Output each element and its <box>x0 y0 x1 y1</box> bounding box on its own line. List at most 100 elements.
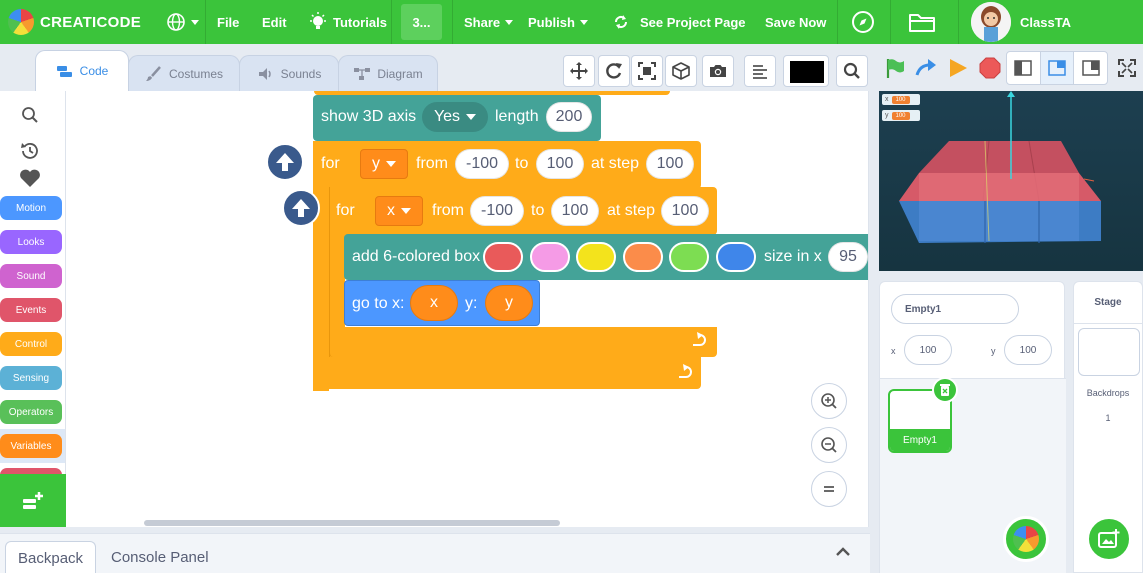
zoom-out-button[interactable] <box>811 427 847 463</box>
color-input-2[interactable] <box>530 242 570 272</box>
sprite-name-input[interactable]: Empty1 <box>891 294 1019 324</box>
stage-canvas[interactable]: x 100 y 100 <box>879 91 1143 271</box>
fullscreen-tool-button[interactable] <box>631 55 663 87</box>
divider <box>205 0 206 44</box>
explore-button[interactable] <box>838 0 888 44</box>
color-input-3[interactable] <box>576 242 616 272</box>
project-title-input[interactable]: 3... <box>401 4 442 40</box>
username[interactable]: ClassTA <box>1020 0 1071 44</box>
zoom-in-icon <box>821 393 837 409</box>
fullscreen-button[interactable] <box>1110 51 1143 85</box>
share-menu[interactable]: Share <box>464 0 514 44</box>
tab-sounds[interactable]: Sounds <box>239 55 339 91</box>
stop-button[interactable] <box>973 51 1007 85</box>
for-x-var-value: x <box>387 202 395 219</box>
delete-sprite-button[interactable] <box>932 377 958 403</box>
variable-monitor-y[interactable]: y 100 <box>882 110 920 121</box>
normal-stage-button[interactable] <box>1040 52 1075 84</box>
collapse-up-button[interactable] <box>266 143 304 181</box>
for-y-var-dropdown[interactable]: y <box>360 149 408 179</box>
redo-button[interactable] <box>598 55 630 87</box>
align-button[interactable] <box>744 55 776 87</box>
panel-expand-button[interactable] <box>834 546 852 561</box>
publish-menu[interactable]: Publish <box>528 0 588 44</box>
color-input-5[interactable] <box>669 242 709 272</box>
green-flag-button[interactable] <box>878 51 912 85</box>
tutorials-button[interactable]: Tutorials <box>309 0 387 44</box>
category-control[interactable]: Control <box>0 327 65 361</box>
script-area[interactable]: show 3D axis Yes length 200 for y from -… <box>66 91 869 527</box>
y-variable-reporter[interactable]: y <box>485 285 533 321</box>
large-stage-button[interactable] <box>1074 52 1107 84</box>
add-extension-icon <box>23 491 43 509</box>
color-input-1[interactable] <box>483 242 523 272</box>
layout-large-stage-icon <box>1081 60 1100 76</box>
3d-view-button[interactable] <box>665 55 697 87</box>
user-avatar-icon <box>971 2 1011 42</box>
move-tool-button[interactable] <box>563 55 595 87</box>
favorites-button[interactable] <box>19 167 41 189</box>
category-motion-label: Motion <box>0 196 62 220</box>
for-x-step-input[interactable]: 100 <box>661 196 709 226</box>
fullscreen-icon <box>1118 59 1136 77</box>
zoom-in-button[interactable] <box>811 383 847 419</box>
palette-search-button[interactable] <box>19 104 41 126</box>
color-input-4[interactable] <box>623 242 663 272</box>
size-x-input[interactable]: 95 <box>828 242 868 272</box>
stage-thumbnail[interactable] <box>1078 328 1140 376</box>
for-y-from-input[interactable]: -100 <box>455 149 509 179</box>
avatar[interactable] <box>971 2 1011 42</box>
play-button[interactable] <box>941 51 975 85</box>
chevron-down-icon <box>579 19 588 25</box>
add-backdrop-button[interactable] <box>1086 516 1132 562</box>
tab-backpack[interactable]: Backpack <box>5 541 97 573</box>
tab-console-panel[interactable]: Console Panel <box>99 541 221 573</box>
zoom-reset-button[interactable] <box>811 471 847 507</box>
category-variables-label: Variables <box>0 434 62 458</box>
sprite-y-input[interactable]: 100 <box>1004 335 1052 365</box>
axis-option-dropdown[interactable]: Yes <box>422 102 488 132</box>
collapse-up-button[interactable] <box>282 189 320 227</box>
category-events[interactable]: Events <box>0 293 65 327</box>
horizontal-scrollbar[interactable] <box>144 520 560 526</box>
for-y-step-input[interactable]: 100 <box>646 149 694 179</box>
category-motion[interactable]: Motion <box>0 191 65 225</box>
x-variable-reporter[interactable]: x <box>410 285 458 321</box>
file-menu[interactable]: File <box>217 0 239 44</box>
logo[interactable]: CREATICODE <box>8 0 141 44</box>
see-project-page-button[interactable]: See Project Page <box>612 0 746 44</box>
speaker-icon <box>258 67 271 80</box>
search-button[interactable] <box>836 55 868 87</box>
heart-icon <box>20 169 40 187</box>
for-x-from-input[interactable]: -100 <box>470 196 524 226</box>
category-sound[interactable]: Sound <box>0 259 65 293</box>
add-extension-button[interactable] <box>0 474 66 527</box>
sprite-x-input[interactable]: 100 <box>904 335 952 365</box>
recent-blocks-button[interactable] <box>19 140 41 162</box>
category-looks[interactable]: Looks <box>0 225 65 259</box>
color-picker[interactable] <box>783 55 829 87</box>
tab-costumes[interactable]: Costumes <box>128 55 240 91</box>
category-sensing[interactable]: Sensing <box>0 361 65 395</box>
my-stuff-button[interactable] <box>897 0 947 44</box>
tab-code[interactable]: Code <box>35 50 129 91</box>
length-input[interactable]: 200 <box>546 102 592 132</box>
variable-monitor-x[interactable]: x 100 <box>882 94 920 105</box>
small-stage-button[interactable] <box>1007 52 1041 84</box>
category-events-label: Events <box>0 298 62 322</box>
color-input-6[interactable] <box>716 242 756 272</box>
add-sprite-button[interactable] <box>1003 516 1049 562</box>
save-now-button[interactable]: Save Now <box>765 0 826 44</box>
for-x-to-input[interactable]: 100 <box>551 196 599 226</box>
edit-menu[interactable]: Edit <box>262 0 287 44</box>
tab-diagram-label: Diagram <box>377 66 423 81</box>
screenshot-button[interactable] <box>702 55 734 87</box>
for-x-var-dropdown[interactable]: x <box>375 196 423 226</box>
tab-diagram[interactable]: Diagram <box>338 55 438 91</box>
category-operators[interactable]: Operators <box>0 395 65 429</box>
language-menu[interactable] <box>166 0 199 44</box>
diagram-icon <box>354 67 371 80</box>
for-y-to-input[interactable]: 100 <box>536 149 584 179</box>
category-variables[interactable]: Variables <box>0 429 65 463</box>
step-forward-button[interactable] <box>909 51 943 85</box>
